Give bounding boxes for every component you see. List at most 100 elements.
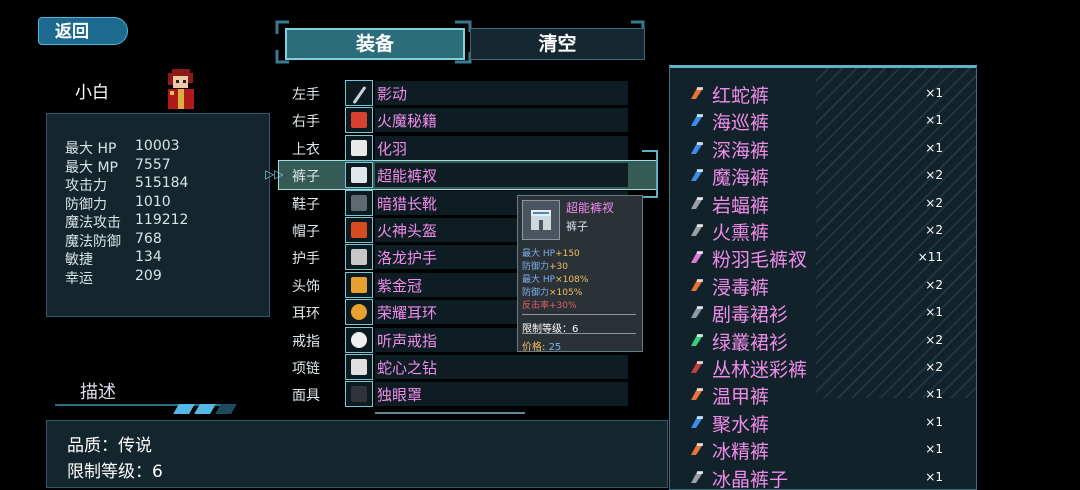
- slot-3-row[interactable]: [375, 135, 628, 160]
- inventory-item-qty: ×2: [925, 195, 943, 210]
- tab-clear[interactable]: 清空: [470, 28, 645, 60]
- boots-icon: [351, 194, 367, 211]
- tooltip-stat-bonus: +150: [555, 249, 580, 259]
- inventory-item-qty: ×1: [925, 469, 943, 484]
- inventory-item[interactable]: 丛林迷彩裤 ×2: [670, 354, 976, 381]
- inventory-item-qty: ×1: [925, 140, 943, 155]
- inventory-item[interactable]: 火熏裤 ×2: [670, 217, 976, 244]
- tooltip-stat: 最大 HP×108%: [522, 272, 588, 285]
- stat-label: 攻击力: [65, 178, 107, 194]
- gray-pants-icon: [688, 221, 706, 239]
- inventory-item-qty: ×2: [925, 360, 943, 374]
- necklace-icon: [351, 359, 367, 375]
- inventory-item[interactable]: 粉羽毛裤衩 ×11: [670, 244, 976, 271]
- slot-item-box[interactable]: [345, 107, 373, 134]
- slot-item-box[interactable]: [345, 189, 373, 216]
- slot-item-box[interactable]: [345, 326, 373, 353]
- tooltip-stat: 防御力+30: [522, 259, 568, 272]
- inventory-item[interactable]: 深海裤 ×1: [670, 135, 976, 162]
- stat-label: 防御力: [65, 196, 107, 213]
- inventory-item-qty: ×1: [925, 113, 943, 128]
- slot-item-name: 听声戒指: [377, 331, 438, 350]
- gray-skirt-icon: [688, 303, 706, 321]
- inventory-list[interactable]: 红蛇裤 ×1 海巡裤 ×1 深海裤 ×1 魔海裤 ×2 岩蝠裤 ×2 火熏裤 ×2 粉羽毛裤衩 ×11 浸毒…: [669, 65, 977, 490]
- inventory-item[interactable]: 冰精裤 ×1: [670, 436, 976, 463]
- stat-value: 209: [135, 267, 162, 284]
- slot-label: 耳环: [292, 306, 320, 323]
- selection-bracket: [642, 150, 658, 198]
- slot-item-name: 洛龙护手: [377, 249, 438, 268]
- stats-panel: 最大 HP 10003 最大 MP 7557 攻击力 515184 防御力 1010 魔法攻击 1…: [46, 113, 270, 317]
- inventory-item-qty: ×1: [925, 86, 943, 100]
- tooltip-stat-bonus: +30%: [549, 301, 577, 311]
- slot-item-box[interactable]: [345, 354, 373, 380]
- tooltip-stat: 防御力×105%: [522, 285, 582, 298]
- inventory-item[interactable]: 温甲裤 ×1: [670, 381, 976, 408]
- inventory-item-name: 岩蝠裤: [712, 194, 770, 217]
- inventory-item-qty: ×11: [917, 250, 943, 265]
- slot-item-name: 蛇心之钻: [377, 359, 438, 377]
- tooltip-stat: 反击率+30%: [522, 298, 577, 311]
- stat-row: 魔法攻击 119212: [65, 212, 188, 232]
- tooltip-stat-label: 反击率: [522, 301, 550, 311]
- tooltip-item-type: 裤子: [566, 220, 588, 233]
- ring-icon: [351, 331, 367, 348]
- gray-pants-icon: [688, 194, 706, 212]
- eyepatch-icon: [351, 386, 367, 403]
- inventory-item-name: 火熏裤: [712, 222, 770, 244]
- slot-item-name: 火神头盔: [377, 222, 438, 240]
- orange-pants-icon: [688, 84, 706, 102]
- inventory-item[interactable]: 聚水裤 ×1: [670, 409, 976, 436]
- inventory-item[interactable]: 绿叢裙衫 ×2: [670, 327, 976, 354]
- tooltip-stat-bonus: ×105%: [549, 288, 583, 298]
- slot-item-box[interactable]: [345, 299, 373, 326]
- slot-1-row[interactable]: [375, 81, 628, 105]
- tooltip-item-name: 超能裤衩: [566, 201, 615, 215]
- inventory-item[interactable]: 红蛇裤 ×1: [670, 80, 976, 107]
- inventory-item[interactable]: 岩蝠裤 ×2: [670, 190, 976, 217]
- sword-icon: [352, 85, 367, 105]
- tooltip-stat-bonus: ×108%: [555, 275, 589, 285]
- inventory-item-qty: ×1: [925, 305, 943, 320]
- earring-icon: [351, 304, 367, 321]
- stat-row: 防御力 1010: [65, 194, 171, 214]
- slot-item-box[interactable]: [345, 244, 373, 271]
- inventory-item[interactable]: 浸毒裤 ×2: [670, 272, 976, 299]
- crown-icon: [351, 276, 367, 293]
- stat-label: 魔法防御: [65, 233, 121, 250]
- character-portrait: [160, 67, 200, 111]
- blue-pants-icon: [688, 166, 706, 184]
- inventory-item[interactable]: 冰晶裤子 ×1: [670, 464, 976, 489]
- inventory-item-qty: ×2: [925, 168, 943, 183]
- gauntlet-icon: [351, 249, 367, 266]
- quality-text: 品质：传说: [67, 436, 152, 456]
- stat-value: 119212: [135, 212, 189, 228]
- slot-item-box[interactable]: [345, 80, 373, 106]
- slot-item-box[interactable]: [345, 162, 373, 189]
- back-button[interactable]: 返回: [38, 17, 128, 45]
- slot-label: 上衣: [292, 141, 320, 158]
- slot-item-name: 荣耀耳环: [377, 304, 438, 323]
- stat-label: 敏捷: [65, 252, 93, 268]
- slots-divider: [375, 412, 525, 414]
- slot-item-box[interactable]: [345, 217, 373, 243]
- inventory-item[interactable]: 海巡裤 ×1: [670, 107, 976, 134]
- stat-value: 7557: [135, 156, 171, 173]
- slot-item-box[interactable]: [345, 381, 373, 408]
- inventory-item[interactable]: 魔海裤 ×2: [670, 162, 976, 189]
- tooltip-stat-bonus: +30: [549, 262, 569, 272]
- slot-item-box[interactable]: [345, 134, 373, 161]
- inventory-item-qty: ×2: [925, 332, 943, 347]
- inventory-item-name: 魔海裤: [712, 167, 770, 190]
- inventory-item-name: 温甲裤: [712, 386, 770, 409]
- inventory-item-name: 丛林迷彩裤: [712, 359, 808, 381]
- gray-pants-icon: [688, 468, 706, 486]
- slot-label: 面具: [292, 388, 320, 405]
- tab-equip[interactable]: 装备: [285, 28, 465, 60]
- inventory-item[interactable]: 剧毒裙衫 ×1: [670, 299, 976, 326]
- tooltip-stat-label: 防御力: [522, 262, 550, 272]
- book-icon: [351, 112, 367, 129]
- slot-item-box[interactable]: [345, 271, 373, 298]
- stat-value: 10003: [135, 138, 180, 154]
- stat-value: 515184: [135, 175, 189, 191]
